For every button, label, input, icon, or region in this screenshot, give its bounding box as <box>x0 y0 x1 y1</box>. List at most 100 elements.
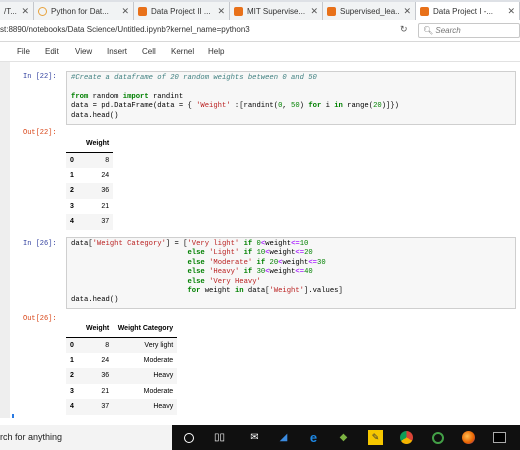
row-index: 4 <box>66 399 82 415</box>
chrome-icon[interactable] <box>399 430 414 445</box>
index-header <box>66 135 82 153</box>
taskbar-search-box[interactable]: rch for anything <box>0 425 172 450</box>
orange-page-icon <box>420 6 429 16</box>
tab-close-icon[interactable]: ✕ <box>217 6 225 17</box>
menu-insert[interactable]: Insert <box>107 47 127 56</box>
tab-close-icon[interactable]: ✕ <box>121 6 129 17</box>
app-triangle-icon[interactable]: ◢ <box>276 430 291 445</box>
row-index: 4 <box>66 214 82 230</box>
menu-kernel[interactable]: Kernel <box>171 47 194 56</box>
menu-file[interactable]: File <box>17 47 30 56</box>
weight-cell: 21 <box>101 202 110 210</box>
search-placeholder: Search <box>435 26 461 35</box>
weight-cell: 36 <box>82 183 114 199</box>
table-row: 3 21 <box>66 199 113 215</box>
input-prompt: In [22]: <box>23 73 57 81</box>
code-cell-22[interactable]: #Create a dataframe of 20 random weights… <box>66 71 516 125</box>
table-row: 4 37 <box>66 214 114 230</box>
code-cell-26[interactable]: data['Weight Category'] = ['Very light' … <box>66 237 516 309</box>
tab-label: Python for Dat... <box>51 6 109 16</box>
table-row: 2 36 <box>66 183 114 199</box>
category-cell: Moderate <box>143 356 174 364</box>
search-icon: 🔍︎ <box>423 26 434 35</box>
dataframe-output-26: Weight Weight Category 0 8 Very light 1 24 M… <box>66 320 178 415</box>
app-diamond-icon[interactable]: ◆ <box>336 430 351 445</box>
browser-tab[interactable]: /T... ✕ <box>0 2 34 20</box>
notebook-page: In [22]: #Create a dataframe of 20 rando… <box>10 62 520 418</box>
code-editor[interactable]: data['Weight Category'] = ['Very light' … <box>67 238 515 308</box>
firefox-icon[interactable] <box>461 430 476 445</box>
menu-view[interactable]: View <box>75 47 92 56</box>
weight-cell: 8 <box>82 337 114 353</box>
browser-tab-active[interactable]: Data Project I -... ✕ <box>416 2 520 20</box>
table-row: 4 37 Heavy <box>66 399 178 415</box>
browser-tab-strip: /T... ✕ Python for Dat... ✕ Data Project… <box>0 0 520 20</box>
browser-tab[interactable]: Supervised_lea... ✕ <box>323 2 416 20</box>
mail-icon[interactable]: ✉ <box>247 430 262 445</box>
orange-page-icon <box>327 6 336 16</box>
weight-cell: 37 <box>82 399 114 415</box>
notebook-menu-bar: File Edit View Insert Cell Kernel Help <box>0 42 520 62</box>
taskbar-search-text: rch for anything <box>0 432 63 442</box>
task-view-icon[interactable]: ▯▯ <box>212 430 227 445</box>
tab-close-icon[interactable]: ✕ <box>403 6 411 17</box>
tab-label: Supervised_lea... <box>340 6 401 16</box>
menu-help[interactable]: Help <box>208 47 224 56</box>
code-editor[interactable]: #Create a dataframe of 20 random weights… <box>67 72 515 123</box>
weight-cell: 36 <box>82 368 114 384</box>
tab-close-icon[interactable]: ✕ <box>310 6 318 17</box>
cell-selection-marker <box>12 414 14 418</box>
tab-close-icon[interactable]: ✕ <box>507 6 515 17</box>
orange-page-icon <box>234 6 243 16</box>
url-field[interactable]: st:8890/notebooks/Data Science/Untitled.… <box>0 25 250 34</box>
menu-edit[interactable]: Edit <box>45 47 59 56</box>
weight-cell: 21 <box>101 387 110 395</box>
row-index: 3 <box>70 202 74 210</box>
table-row: 08 <box>66 152 114 168</box>
tab-label: /T... <box>4 6 17 16</box>
browser-tab[interactable]: Data Project II ... ✕ <box>134 2 230 20</box>
category-cell: Heavy <box>113 399 178 415</box>
tab-label: Data Project II ... <box>151 6 211 16</box>
column-header: Weight <box>82 320 114 338</box>
table-row: 1 24 <box>66 168 113 184</box>
category-cell: Heavy <box>113 368 178 384</box>
menu-cell[interactable]: Cell <box>142 47 156 56</box>
code-comment: #Create a dataframe of 20 random weights… <box>71 74 317 82</box>
output-prompt: Out[22]: <box>23 129 57 137</box>
dataframe-output-22: Weight 08 1 24 2 36 3 21 4 37 <box>66 135 114 230</box>
tab-label: Data Project I -... <box>433 6 494 16</box>
weight-cell: 8 <box>82 152 114 168</box>
tab-label: MIT Supervise... <box>247 6 306 16</box>
edge-icon[interactable]: e <box>306 430 321 445</box>
row-index: 1 <box>70 171 74 179</box>
browser-search-input[interactable]: 🔍︎ Search <box>418 23 520 38</box>
row-index: 1 <box>70 356 74 364</box>
loading-icon <box>38 6 47 16</box>
browser-tab[interactable]: MIT Supervise... ✕ <box>230 2 323 20</box>
row-index: 3 <box>70 387 74 395</box>
table-row: 1 24 Moderate <box>66 353 177 369</box>
row-index: 0 <box>66 152 82 168</box>
browser-tab[interactable]: Python for Dat... ✕ <box>34 2 134 20</box>
reload-icon[interactable]: ↻ <box>400 24 408 35</box>
orange-page-icon <box>138 6 147 16</box>
tab-close-icon[interactable]: ✕ <box>21 6 29 17</box>
row-index: 2 <box>66 183 82 199</box>
weight-cell: 24 <box>101 171 110 179</box>
address-bar: st:8890/notebooks/Data Science/Untitled.… <box>0 20 520 42</box>
category-cell: Very light <box>113 337 178 353</box>
windows-taskbar: rch for anything ▯▯ ✉ ◢ e ◆ ✎ <box>0 425 520 450</box>
category-cell: Moderate <box>143 387 174 395</box>
input-prompt: In [26]: <box>23 240 57 248</box>
sticky-notes-icon[interactable]: ✎ <box>368 430 383 445</box>
cortana-circle-icon[interactable] <box>181 430 196 445</box>
table-row: 0 8 Very light <box>66 337 178 353</box>
green-circle-icon[interactable] <box>430 430 445 445</box>
row-index: 0 <box>66 337 82 353</box>
table-row: 3 21 Moderate <box>66 384 177 400</box>
weight-cell: 24 <box>101 356 110 364</box>
terminal-icon[interactable] <box>492 430 507 445</box>
notebook-area: In [22]: #Create a dataframe of 20 rando… <box>0 62 520 418</box>
